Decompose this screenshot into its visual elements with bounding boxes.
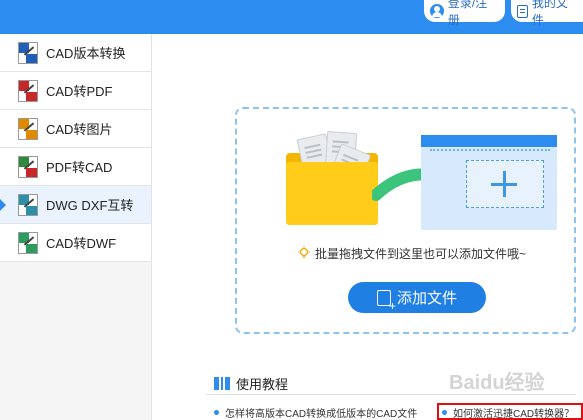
sidebar-item-pdf-to-cad[interactable]: PDF转CAD xyxy=(0,148,151,186)
sidebar-item-cad-version[interactable]: CAD版本转换 xyxy=(0,34,151,72)
dwg-dxf-icon xyxy=(18,193,38,216)
book-icon xyxy=(214,376,230,390)
sidebar-item-dwg-dxf[interactable]: DWG DXF互转 xyxy=(0,186,151,224)
tutorial-link[interactable]: 怎样将高版本CAD转换成低版本的CAD文件 xyxy=(214,404,417,420)
my-files-button[interactable]: 我的文件 xyxy=(511,0,583,27)
sidebar-item-cad-to-pdf[interactable]: CAD转PDF xyxy=(0,72,151,110)
sidebar-item-label: PDF转CAD xyxy=(46,160,113,175)
watermark: Baidu经验 xyxy=(449,372,545,394)
window-divider xyxy=(430,149,550,151)
login-button[interactable]: 登录/注册 xyxy=(424,0,505,27)
drop-hint: 批量拖拽文件到这里也可以添加文件哦~ xyxy=(297,244,526,262)
sidebar-item-label: CAD版本转换 xyxy=(46,46,126,61)
drop-hint-text: 批量拖拽文件到这里也可以添加文件哦~ xyxy=(315,246,527,261)
sidebar-item-cad-to-dwf[interactable]: CAD转DWF xyxy=(0,224,151,262)
plus-icon xyxy=(503,171,506,197)
sidebar-item-cad-to-image[interactable]: CAD转图片 xyxy=(0,110,151,148)
pdf-to-cad-icon xyxy=(18,155,38,178)
highlight-box xyxy=(437,403,583,420)
tutorial-heading-text: 使用教程 xyxy=(236,376,289,392)
add-file-label: 添加文件 xyxy=(396,290,457,307)
cad-to-dwf-icon xyxy=(18,231,38,254)
user-icon xyxy=(430,4,444,18)
sidebar-item-label: CAD转图片 xyxy=(46,122,113,137)
cad-to-pdf-icon xyxy=(18,79,38,102)
bullet-icon xyxy=(214,409,219,415)
sidebar-item-label: CAD转PDF xyxy=(46,84,113,99)
cad-version-icon xyxy=(18,41,38,64)
document-icon xyxy=(517,4,528,18)
tutorial-link-text: 怎样将高版本CAD转换成低版本的CAD文件 xyxy=(225,408,418,420)
login-label: 登录/注册 xyxy=(447,0,488,27)
window-title-bar xyxy=(421,135,557,147)
add-file-button[interactable]: 添加文件 xyxy=(348,282,486,313)
cad-to-image-icon xyxy=(18,117,38,140)
tutorial-heading: 使用教程 xyxy=(214,374,288,392)
sidebar-item-label: DWG DXF互转 xyxy=(46,198,134,213)
lightbulb-icon xyxy=(298,246,310,258)
my-files-label: 我的文件 xyxy=(531,0,568,27)
folder-front-icon xyxy=(286,162,378,225)
add-file-icon xyxy=(376,289,396,312)
sidebar-item-label: CAD转DWF xyxy=(46,236,117,251)
